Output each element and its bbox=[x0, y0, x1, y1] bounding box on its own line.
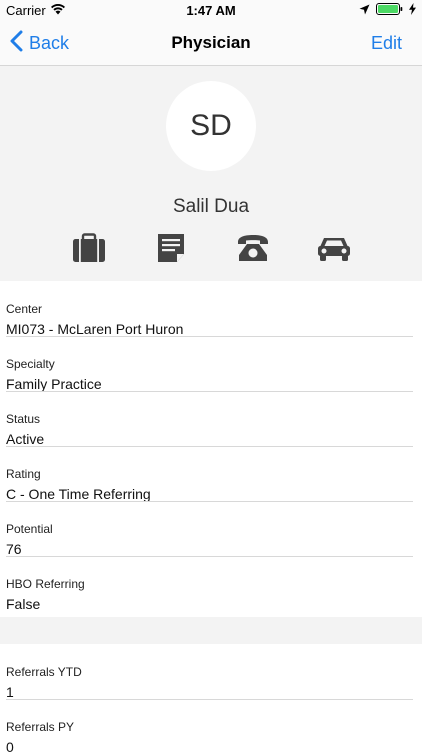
edit-button[interactable]: Edit bbox=[371, 33, 402, 54]
avatar: SD bbox=[166, 81, 256, 171]
field-label: Referrals YTD bbox=[6, 665, 82, 679]
notes-button[interactable] bbox=[151, 232, 191, 268]
directions-button[interactable] bbox=[314, 232, 354, 268]
location-arrow-icon bbox=[359, 3, 370, 18]
status-right bbox=[359, 3, 416, 18]
briefcase-icon bbox=[72, 232, 106, 268]
profile-header: SD Salil Dua bbox=[0, 66, 422, 281]
field-value: C - One Time Referring bbox=[6, 486, 151, 502]
status-bar: Carrier 1:47 AM bbox=[0, 0, 422, 22]
field-specialty: Specialty Family Practice bbox=[0, 336, 422, 392]
charging-bolt-icon bbox=[409, 3, 416, 18]
field-label: Specialty bbox=[6, 357, 55, 371]
section-gap bbox=[0, 617, 422, 644]
briefcase-button[interactable] bbox=[69, 232, 109, 268]
field-hbo-referring: HBO Referring False bbox=[0, 556, 422, 612]
field-referrals-ytd: Referrals YTD 1 bbox=[0, 644, 422, 700]
car-icon bbox=[317, 234, 351, 267]
action-bar bbox=[0, 232, 422, 268]
navigation-bar: Back Physician Edit bbox=[0, 22, 422, 66]
field-center: Center MI073 - McLaren Port Huron bbox=[0, 281, 422, 337]
call-button[interactable] bbox=[233, 232, 273, 268]
field-value: 1 bbox=[6, 684, 14, 700]
details-list: Center MI073 - McLaren Port Huron Specia… bbox=[0, 281, 422, 612]
field-label: Potential bbox=[6, 522, 53, 536]
field-label: Rating bbox=[6, 467, 41, 481]
field-label: Referrals PY bbox=[6, 720, 75, 734]
page-title: Physician bbox=[171, 33, 251, 52]
referrals-list: Referrals YTD 1 Referrals PY 0 bbox=[0, 644, 422, 755]
profile-name: Salil Dua bbox=[172, 196, 250, 217]
field-value: 76 bbox=[6, 541, 22, 557]
note-icon bbox=[157, 233, 185, 268]
phone-icon bbox=[236, 233, 270, 268]
field-label: Center bbox=[6, 302, 43, 316]
field-value: False bbox=[6, 596, 41, 612]
field-rating: Rating C - One Time Referring bbox=[0, 446, 422, 502]
battery-icon bbox=[376, 3, 403, 18]
field-value: 0 bbox=[6, 739, 14, 755]
field-label: Status bbox=[6, 412, 41, 426]
field-value: MI073 - McLaren Port Huron bbox=[6, 321, 184, 337]
field-potential: Potential 76 bbox=[0, 501, 422, 557]
field-value: Family Practice bbox=[6, 376, 102, 392]
avatar-initials: SD bbox=[190, 109, 232, 142]
field-referrals-py: Referrals PY 0 bbox=[0, 699, 422, 755]
field-status: Status Active bbox=[0, 391, 422, 447]
field-value: Active bbox=[6, 431, 45, 447]
field-label: HBO Referring bbox=[6, 577, 85, 591]
